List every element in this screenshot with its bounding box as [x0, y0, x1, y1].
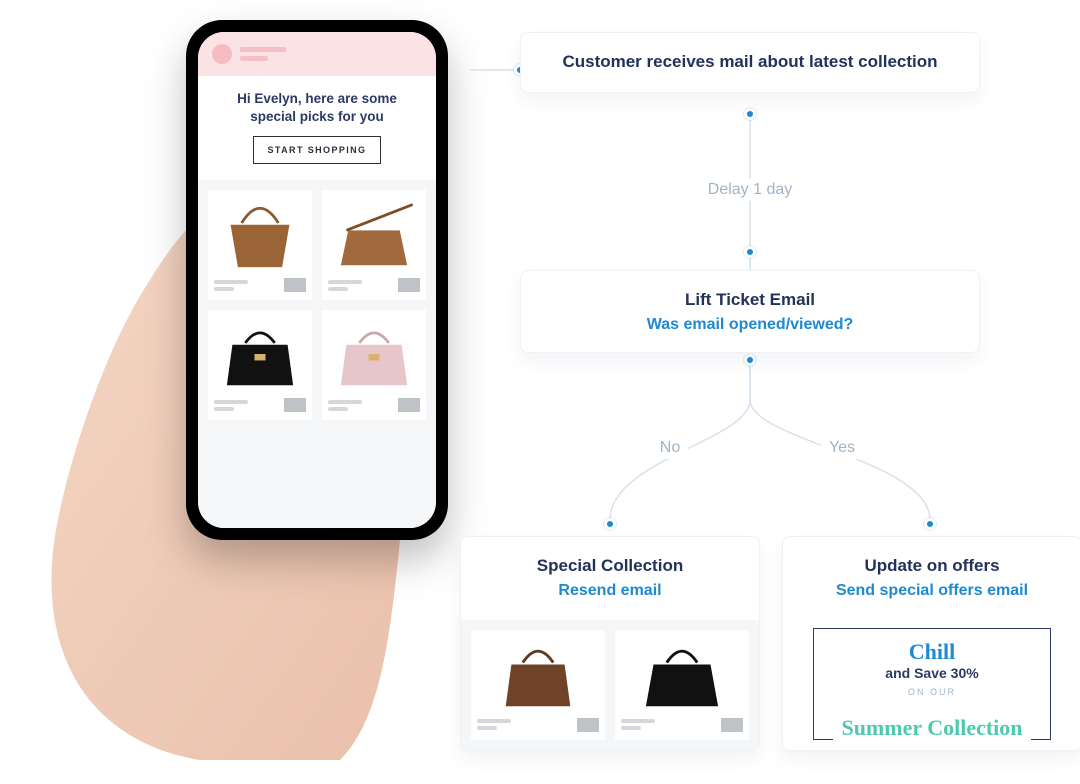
promo-save-text: and Save 30% [824, 665, 1040, 681]
email-greeting: Hi Evelyn, here are some special picks f… [216, 90, 418, 136]
flow-branch-yes-label: Yes [821, 437, 863, 459]
flow-dot-icon [604, 518, 616, 530]
email-app-header [198, 32, 436, 76]
product-grid [198, 180, 436, 528]
email-hero: Hi Evelyn, here are some special picks f… [198, 76, 436, 180]
flow-dot-icon [744, 354, 756, 366]
handbag-icon [477, 636, 599, 712]
product-card [471, 630, 605, 740]
flow-node-subtitle: Send special offers email [805, 582, 1059, 600]
product-card [615, 630, 749, 740]
promo-card: Chill and Save 30% ON OUR Summer Collect… [813, 628, 1051, 740]
flow-node-condition[interactable]: Lift Ticket Email Was email opened/viewe… [520, 270, 980, 353]
flow-node-subtitle: Was email opened/viewed? [543, 316, 957, 334]
phone-mock-area: Hi Evelyn, here are some special picks f… [20, 0, 460, 784]
promo-collection-text: Summer Collection [833, 715, 1030, 741]
flow-dot-icon [744, 246, 756, 258]
resend-preview-products [461, 620, 759, 750]
avatar-placeholder-icon [212, 44, 232, 64]
handbag-icon [328, 196, 420, 272]
product-card[interactable] [322, 310, 426, 420]
flow-node-subtitle: Resend email [483, 582, 737, 600]
header-text-placeholder [240, 47, 286, 61]
start-shopping-button[interactable]: START SHOPPING [253, 136, 382, 164]
product-card[interactable] [322, 190, 426, 300]
promo-headline: Chill [899, 639, 965, 665]
flow-node-trigger[interactable]: Customer receives mail about latest coll… [520, 32, 980, 93]
handbag-icon [328, 316, 420, 392]
phone-frame: Hi Evelyn, here are some special picks f… [186, 20, 448, 540]
flow-node-title: Lift Ticket Email [543, 289, 957, 312]
flow-node-offers[interactable]: Update on offers Send special offers ema… [782, 536, 1080, 751]
product-card[interactable] [208, 190, 312, 300]
phone-screen: Hi Evelyn, here are some special picks f… [198, 32, 436, 528]
flow-dot-icon [924, 518, 936, 530]
flow-node-title: Update on offers [805, 555, 1059, 578]
flow-branch-no-label: No [652, 437, 688, 459]
flow-node-resend[interactable]: Special Collection Resend email [460, 536, 760, 751]
flow-dot-icon [744, 108, 756, 120]
handbag-icon [214, 316, 306, 392]
handbag-icon [621, 636, 743, 712]
flow-node-title: Special Collection [483, 555, 737, 578]
product-card[interactable] [208, 310, 312, 420]
automation-flow: Delay 1 day No Yes Customer receives mai… [470, 0, 1070, 784]
flow-delay-label: Delay 1 day [700, 179, 801, 201]
flow-node-title: Customer receives mail about latest coll… [543, 51, 957, 74]
handbag-icon [214, 196, 306, 272]
promo-on-text: ON OUR [824, 687, 1040, 697]
